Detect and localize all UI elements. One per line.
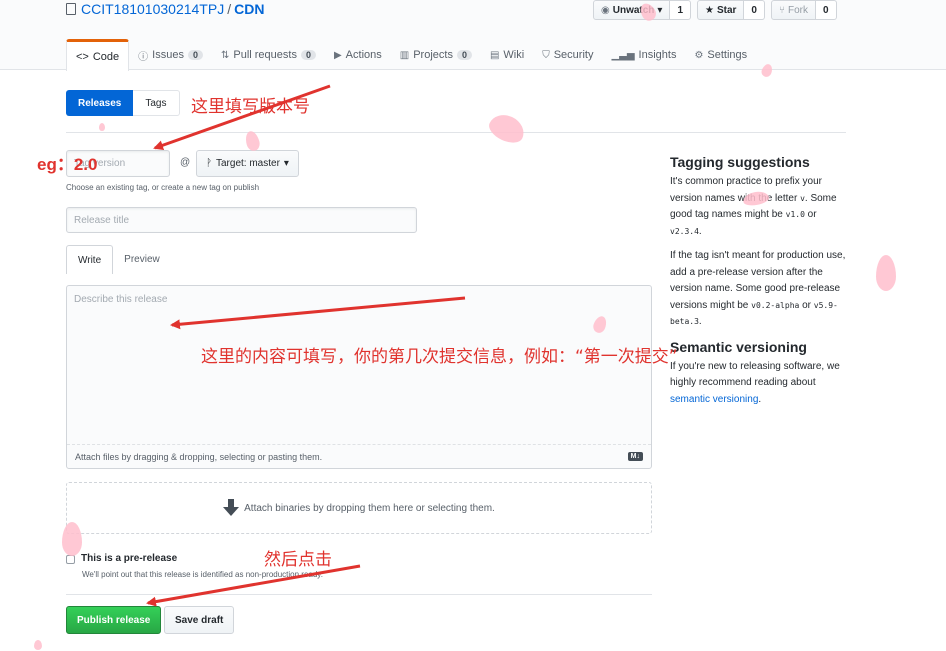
repo-name-link[interactable]: CDN <box>234 1 264 17</box>
attach-files-hint: Attach files by dragging & dropping, sel… <box>75 451 323 462</box>
caret-down-icon: ▾ <box>283 158 289 169</box>
branch-icon: ᚹ <box>206 158 212 169</box>
tab-actions[interactable]: ▶ Actions <box>325 39 391 71</box>
repo-separator: / <box>227 1 232 17</box>
tab-settings[interactable]: ⚙ Settings <box>685 39 756 71</box>
tab-wiki[interactable]: ▤ Wiki <box>481 39 533 71</box>
graph-icon: ▁▃▅ <box>611 49 635 61</box>
pull-requests-counter: 0 <box>300 50 316 60</box>
eye-icon: ◉ <box>601 4 610 16</box>
petal-decoration <box>243 129 262 153</box>
release-body-editor: Attach files by dragging & dropping, sel… <box>66 285 652 469</box>
tagging-paragraph-2: If the tag isn't meant for production us… <box>670 250 846 327</box>
target-label: Target: master <box>216 158 280 169</box>
petal-decoration <box>34 640 42 650</box>
tab-projects[interactable]: ▥ Projects 0 <box>391 39 481 71</box>
issues-counter: 0 <box>187 50 203 60</box>
tab-security[interactable]: ⛉ Security <box>533 39 602 71</box>
petal-decoration <box>99 123 105 131</box>
repo-book-icon <box>66 3 76 15</box>
markdown-icon: M↓ <box>627 452 643 461</box>
fork-button-group: ⑂ Fork 0 <box>770 0 837 20</box>
watch-button[interactable]: ◉ Unwatch ▾ <box>593 0 671 20</box>
annotation-click-hint: 然后点击 <box>264 550 332 570</box>
release-title-input[interactable] <box>66 207 417 233</box>
fork-button[interactable]: ⑂ Fork <box>770 0 816 20</box>
play-icon: ▶ <box>333 49 342 61</box>
fork-count[interactable]: 0 <box>815 0 837 20</box>
annotation-version-hint: 这里填写版本号 <box>191 97 310 117</box>
shield-icon: ⛉ <box>542 49 550 61</box>
watch-count[interactable]: 1 <box>670 0 691 20</box>
tab-code[interactable]: <> Code <box>66 39 130 71</box>
prerelease-label[interactable]: This is a pre-release <box>81 553 177 564</box>
semantic-versioning-link[interactable]: semantic versioning <box>670 394 758 405</box>
tags-tab[interactable]: Tags <box>133 90 180 116</box>
issue-icon: ⓘ <box>138 51 149 63</box>
star-count[interactable]: 0 <box>744 0 765 20</box>
annotation-content-hint: 这里的内容可填写，你的第几次提交信息，例如：“第一次提交” <box>201 347 678 367</box>
petal-decoration <box>876 255 896 291</box>
fork-icon: ⑂ <box>778 4 785 16</box>
repo-actions: ◉ Unwatch ▾ 1 ★ Star 0 ⑂ Fork 0 <box>593 0 837 20</box>
project-icon: ▥ <box>399 49 410 61</box>
prerelease-note: We'll point out that this release is ide… <box>82 570 323 579</box>
code-icon: <> <box>76 50 89 63</box>
tab-pull-requests[interactable]: ⇅ Pull requests 0 <box>212 39 325 71</box>
star-button[interactable]: ★ Star <box>697 0 745 20</box>
pull-request-icon: ⇅ <box>220 49 230 61</box>
petal-decoration <box>485 109 529 148</box>
editor-tabs: Write Preview <box>66 245 171 274</box>
tagging-suggestions-title: Tagging suggestions <box>670 154 810 170</box>
petal-decoration <box>62 522 82 556</box>
footer-divider <box>66 594 652 595</box>
star-label: Star <box>716 4 737 16</box>
tag-hint: Choose an existing tag, or create a new … <box>66 183 260 192</box>
fork-label: Fork <box>787 4 808 16</box>
projects-counter: 0 <box>456 50 472 60</box>
binaries-dropzone[interactable]: Attach binaries by dropping them here or… <box>66 482 652 534</box>
prerelease-checkbox[interactable] <box>66 555 75 564</box>
caret-down-icon: ▾ <box>657 4 663 16</box>
tab-issues[interactable]: ⓘ Issues 0 <box>129 39 212 71</box>
annotation-example: eg：2.0 <box>37 155 98 174</box>
book-icon: ▤ <box>489 49 500 61</box>
repo-nav-tabs: <> Code ⓘ Issues 0 ⇅ Pull requests 0 ▶ Actions… <box>66 39 756 71</box>
repo-title: CCIT18101030214TPJ / CDN <box>66 1 264 17</box>
arrow-down-icon <box>223 498 240 516</box>
prerelease-option: This is a pre-release We'll point out th… <box>66 553 323 579</box>
star-button-group: ★ Star 0 <box>697 0 765 20</box>
section-divider <box>66 132 846 133</box>
target-branch-button[interactable]: ᚹ Target: master ▾ <box>196 150 299 177</box>
tab-insights[interactable]: ▁▃▅ Insights <box>602 39 685 71</box>
releases-tags-toggle: Releases Tags <box>66 90 180 116</box>
at-symbol: @ <box>180 157 191 168</box>
save-draft-button[interactable]: Save draft <box>164 606 235 634</box>
write-tab[interactable]: Write <box>66 245 114 274</box>
binaries-hint: Attach binaries by dropping them here or… <box>244 502 495 514</box>
gear-icon: ⚙ <box>694 49 704 61</box>
releases-tab[interactable]: Releases <box>66 90 134 116</box>
attach-files-bar[interactable]: Attach files by dragging & dropping, sel… <box>67 444 651 468</box>
preview-tab[interactable]: Preview <box>113 245 171 274</box>
star-icon: ★ <box>705 4 714 16</box>
repo-owner-link[interactable]: CCIT18101030214TPJ <box>81 1 224 17</box>
publish-release-button[interactable]: Publish release <box>66 606 162 634</box>
semantic-versioning-title: Semantic versioning <box>670 338 807 355</box>
semver-paragraph: If you're new to releasing software, we … <box>670 360 840 405</box>
tagging-paragraph-1: It's common practice to prefix your vers… <box>670 176 837 237</box>
